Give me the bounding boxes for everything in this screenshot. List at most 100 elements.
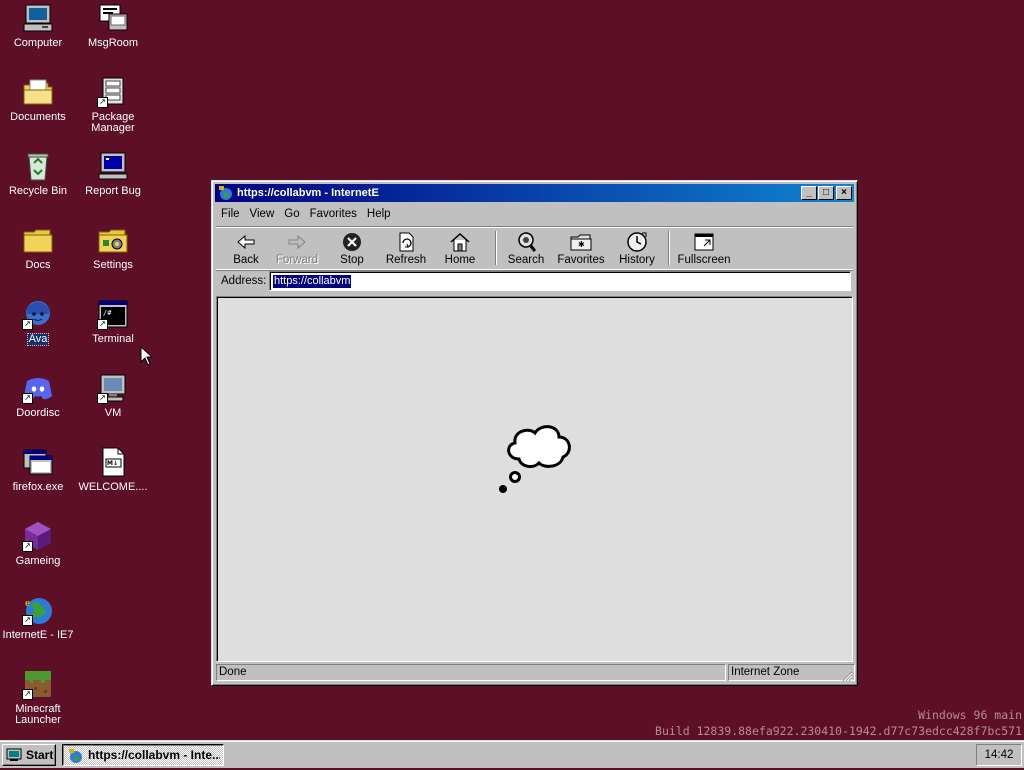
status-bar: Done Internet Zone [216, 663, 855, 682]
stop-label: Stop [340, 254, 364, 266]
start-logo-icon [6, 748, 22, 762]
mouse-cursor-icon [140, 346, 152, 366]
resize-grip-icon[interactable] [841, 670, 853, 682]
terminal-icon: /# ↗ [97, 298, 129, 330]
toolbar-separator [495, 231, 497, 265]
minimize-icon: _ [806, 187, 812, 198]
purple-cube-icon: ↗ [22, 520, 54, 552]
desktop-icon-package-manager[interactable]: ↗ Package Manager [76, 76, 150, 134]
desktop-icon-terminal[interactable]: /# ↗ Terminal [76, 298, 150, 345]
desktop-icon-computer[interactable]: Computer [1, 2, 75, 49]
menu-go[interactable]: Go [279, 205, 304, 223]
window-titlebar[interactable]: https://collabvm - InternetE _ □ × [215, 184, 854, 202]
desktop-icon-recycle-bin[interactable]: Recycle Bin [1, 150, 75, 197]
internet-explorer-icon [218, 185, 234, 201]
menu-file[interactable]: File [216, 205, 245, 223]
svg-text:M↓: M↓ [107, 460, 118, 467]
search-button[interactable]: Search [506, 229, 546, 267]
shortcut-arrow-icon: ↗ [97, 393, 108, 404]
taskbar-item-label: https://collabvm - Inte... [88, 748, 220, 762]
desktop-icon-minecraft[interactable]: ↗ Minecraft Launcher [1, 668, 75, 726]
system-tray-clock[interactable]: 14:42 [976, 744, 1022, 766]
home-icon [449, 231, 471, 253]
fullscreen-icon [693, 231, 715, 253]
security-zone: Internet Zone [728, 664, 855, 681]
desktop-icon-label: Minecraft Launcher [15, 703, 61, 726]
back-button[interactable]: Back [226, 229, 266, 267]
desktop-icon-label: Recycle Bin [8, 185, 68, 197]
desktop-icon-label: Computer [13, 37, 63, 49]
start-button[interactable]: Start [2, 744, 56, 766]
fullscreen-button[interactable]: Fullscreen [676, 229, 732, 267]
home-label: Home [444, 254, 476, 266]
minimize-button[interactable]: _ [801, 186, 817, 200]
discord-icon: ↗ [22, 372, 54, 404]
desktop-icon-report-bug[interactable]: Report Bug [76, 150, 150, 197]
folder-documents-icon [22, 76, 54, 108]
vm-monitor-icon: ↗ [97, 372, 129, 404]
shortcut-arrow-icon: ↗ [22, 393, 33, 404]
shortcut-arrow-icon: ↗ [22, 319, 33, 330]
desktop-icon-label: Doordisc [16, 407, 60, 419]
menu-favorites[interactable]: Favorites [305, 205, 362, 223]
watermark-os-name: Windows 96 main [918, 708, 1022, 722]
browser-window: https://collabvm - InternetE _ □ × File V… [211, 180, 858, 686]
address-label: Address: [221, 275, 267, 287]
menu-view[interactable]: View [245, 205, 280, 223]
close-button[interactable]: × [836, 186, 852, 200]
svg-text:✱: ✱ [578, 240, 585, 249]
minecraft-grass-block-icon: ↗ [22, 668, 54, 700]
computer-icon [22, 2, 54, 34]
desktop-icon-internete[interactable]: e ↗ InternetE - IE7 [1, 594, 75, 641]
shortcut-arrow-icon: ↗ [97, 319, 108, 330]
favorites-button[interactable]: ✱ Favorites [556, 229, 606, 267]
ava-avatar-icon: ↗ [22, 298, 54, 330]
desktop-icon-label: WELCOME.... [78, 481, 148, 493]
markdown-file-icon: M↓ [97, 446, 129, 478]
forward-button[interactable]: Forward [274, 229, 320, 267]
desktop-icon-label: Terminal [92, 333, 134, 345]
internet-explorer-icon: e ↗ [22, 594, 54, 626]
desktop-icon-msgroom[interactable]: MsgRoom [76, 2, 150, 49]
settings-folder-icon [97, 224, 129, 256]
desktop-icon-doordisc[interactable]: ↗ Doordisc [1, 372, 75, 419]
desktop-icon-gameing[interactable]: ↗ Gameing [1, 520, 75, 567]
address-bar: Address: https://collabvm [216, 270, 853, 294]
application-windows-icon [22, 446, 54, 478]
build-watermark: Windows 96 main Build 12839.88efa922.230… [655, 707, 1022, 739]
shortcut-arrow-icon: ↗ [22, 615, 33, 626]
maximize-button[interactable]: □ [818, 186, 834, 200]
desktop-icon-settings[interactable]: Settings [76, 224, 150, 271]
menu-help[interactable]: Help [362, 205, 396, 223]
taskbar-item-browser[interactable]: https://collabvm - Inte... [62, 744, 224, 766]
fullscreen-label: Fullscreen [677, 254, 731, 266]
shortcut-arrow-icon: ↗ [22, 689, 33, 700]
history-button[interactable]: History [616, 229, 658, 267]
desktop-icon-label: Gameing [15, 555, 61, 567]
desktop-icon-label: InternetE - IE7 [2, 629, 74, 641]
desktop-icon-vm[interactable]: ↗ VM [76, 372, 150, 419]
desktop-icon-label: VM [104, 407, 122, 419]
desktop-icon-ava[interactable]: ↗ Ava [1, 298, 75, 346]
back-label: Back [233, 254, 259, 266]
home-button[interactable]: Home [442, 229, 478, 267]
forward-label: Forward [275, 254, 319, 266]
desktop-icon-label: Settings [93, 259, 133, 271]
shortcut-arrow-icon: ↗ [22, 541, 33, 552]
address-input[interactable]: https://collabvm [269, 271, 851, 291]
desktop-icon-label: Docs [25, 259, 51, 271]
desktop-icon-docs[interactable]: Docs [1, 224, 75, 271]
stop-button[interactable]: Stop [334, 229, 370, 267]
window-title: https://collabvm - InternetE [237, 187, 379, 199]
favorites-label: Favorites [557, 254, 605, 266]
desktop-icon-firefox[interactable]: firefox.exe [1, 446, 75, 493]
page-content-area[interactable] [216, 296, 853, 662]
refresh-button[interactable]: Refresh [384, 229, 428, 267]
svg-text:/#: /# [103, 309, 112, 317]
package-manager-icon: ↗ [97, 76, 129, 108]
desktop-icon-documents[interactable]: Documents [1, 76, 75, 123]
desktop-icon-label: MsgRoom [87, 37, 139, 49]
browser-toolbar: Back Forward Stop Refresh Home Search ✱ … [216, 226, 853, 270]
desktop-icon-welcome[interactable]: M↓ WELCOME.... [76, 446, 150, 493]
shortcut-arrow-icon: ↗ [97, 97, 108, 108]
